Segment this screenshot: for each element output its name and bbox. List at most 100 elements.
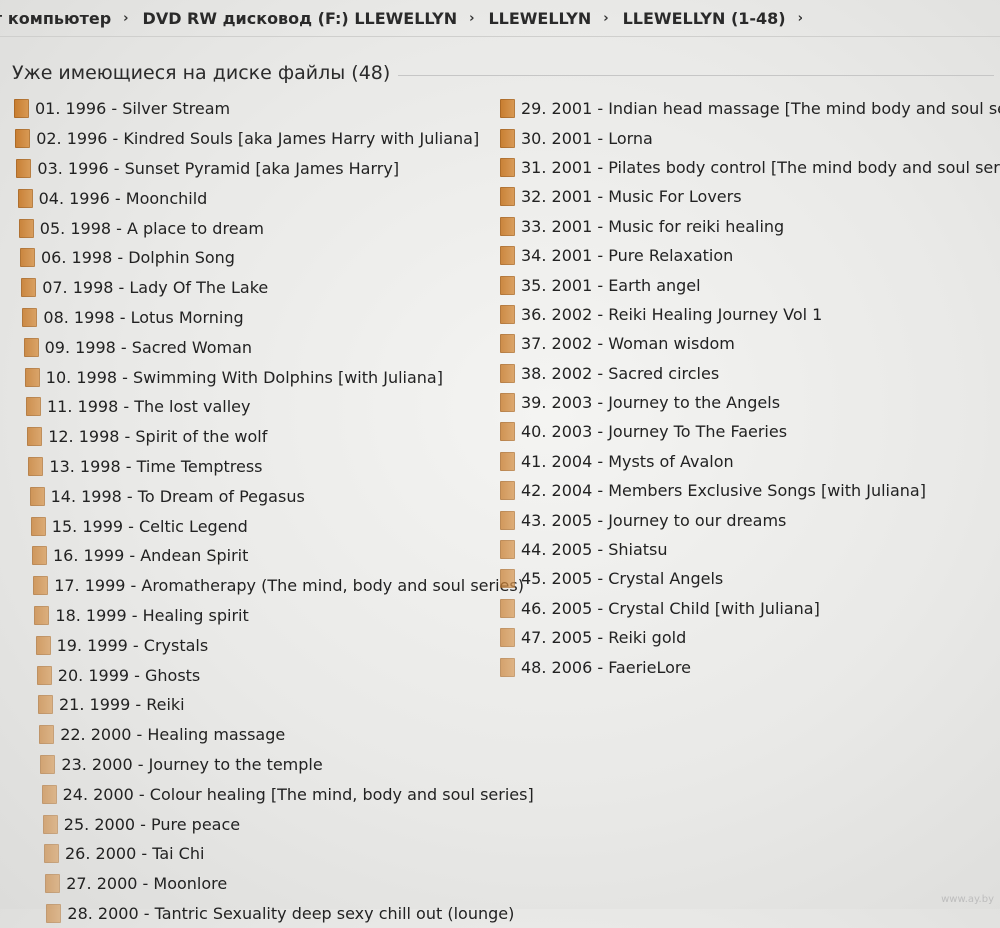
folder-item[interactable]: 29. 2001 - Indian head massage [The mind… — [500, 94, 1000, 123]
folder-name: 23. 2000 - Journey to the temple — [61, 754, 323, 774]
folder-icon — [45, 874, 61, 894]
folder-item[interactable]: 09. 1998 - Sacred Woman — [14, 332, 494, 362]
folder-icon — [30, 516, 46, 536]
chevron-right-icon[interactable]: › — [117, 11, 138, 26]
folder-item[interactable]: 39. 2003 - Journey to the Angels — [500, 388, 980, 417]
folder-item[interactable]: 34. 2001 - Pure Relaxation — [500, 241, 980, 270]
folder-item[interactable]: 20. 1999 - Ghosts — [14, 660, 494, 690]
folder-name: 48. 2006 - FaerieLore — [521, 657, 691, 677]
folder-name: 11. 1998 - The lost valley — [47, 397, 251, 417]
folder-icon — [500, 304, 515, 324]
folder-item[interactable]: 07. 1998 - Lady Of The Lake — [14, 273, 494, 303]
folder-item[interactable]: 35. 2001 - Earth angel — [500, 270, 980, 299]
chevron-right-icon[interactable]: › — [792, 11, 813, 26]
folder-icon — [32, 546, 47, 566]
folder-item[interactable]: 25. 2000 - Pure peace — [14, 809, 494, 839]
folder-item[interactable]: 08. 1998 - Lotus Morning — [14, 303, 494, 333]
folder-item[interactable]: 33. 2001 - Music for reiki healing — [500, 212, 980, 241]
breadcrumb-computer[interactable]: г компьютер — [0, 9, 117, 28]
folder-item[interactable]: 26. 2000 - Tai Chi — [14, 839, 494, 869]
folder-item[interactable]: 13. 1998 - Time Temptress — [14, 452, 494, 482]
folder-icon — [500, 510, 515, 530]
group-header[interactable]: Уже имеющиеся на диске файлы (48) — [12, 60, 994, 86]
folder-item[interactable]: 27. 2000 - Moonlore — [14, 869, 494, 899]
folder-name: 37. 2002 - Woman wisdom — [521, 334, 735, 354]
folder-icon — [44, 844, 59, 864]
folder-item[interactable]: 40. 2003 - Journey To The Faeries — [500, 417, 980, 446]
breadcrumb-llewellyn-1-48[interactable]: LLEWELLYN (1-48) — [619, 9, 792, 28]
chevron-right-icon[interactable]: › — [463, 11, 484, 26]
group-divider — [398, 74, 994, 76]
folder-item[interactable]: 05. 1998 - A place to dream — [14, 213, 494, 243]
breadcrumb: г компьютер › DVD RW дисковод (F:) LLEWE… — [0, 0, 1000, 37]
folder-icon — [24, 367, 40, 387]
file-list-right-column: 29. 2001 - Indian head massage [The mind… — [500, 94, 1000, 682]
folder-name: 39. 2003 - Journey to the Angels — [521, 393, 781, 413]
folder-icon — [500, 393, 515, 413]
folder-icon — [21, 278, 37, 298]
folder-icon — [500, 422, 515, 442]
folder-name: 13. 1998 - Time Temptress — [49, 456, 263, 476]
folder-item[interactable]: 02. 1996 - Kindred Souls [aka James Harr… — [14, 124, 494, 154]
folder-name: 22. 2000 - Healing massage — [60, 725, 286, 745]
folder-item[interactable]: 36. 2002 - Reiki Healing Journey Vol 1 — [500, 300, 980, 329]
folder-icon — [36, 665, 52, 685]
chevron-right-icon[interactable]: › — [597, 11, 618, 26]
folder-name: 08. 1998 - Lotus Morning — [43, 307, 244, 327]
folder-item[interactable]: 47. 2005 - Reiki gold — [500, 623, 980, 652]
folder-name: 14. 1998 - To Dream of Pegasus — [50, 486, 305, 506]
folder-item[interactable]: 24. 2000 - Colour healing [The mind, bod… — [14, 779, 534, 809]
watermark: www.ay.by — [941, 894, 994, 905]
folder-name: 21. 1999 - Reiki — [59, 695, 185, 715]
folder-name: 46. 2005 - Crystal Child [with Juliana] — [521, 598, 820, 618]
folder-item[interactable]: 23. 2000 - Journey to the temple — [14, 750, 494, 780]
folder-item[interactable]: 38. 2002 - Sacred circles — [500, 359, 980, 388]
breadcrumb-llewellyn[interactable]: LLEWELLYN — [484, 9, 597, 28]
folder-icon — [39, 725, 55, 745]
folder-name: 20. 1999 - Ghosts — [57, 665, 201, 685]
folder-item[interactable]: 10. 1998 - Swimming With Dolphins [with … — [14, 362, 494, 392]
folder-item[interactable]: 46. 2005 - Crystal Child [with Juliana] — [500, 594, 980, 623]
folder-item[interactable]: 21. 1999 - Reiki — [14, 690, 494, 720]
folder-item[interactable]: 41. 2004 - Mysts of Avalon — [500, 447, 980, 476]
folder-icon — [27, 427, 43, 447]
folder-name: 27. 2000 - Moonlore — [66, 874, 228, 894]
folder-item[interactable]: 30. 2001 - Lorna — [500, 123, 980, 152]
folder-item[interactable]: 11. 1998 - The lost valley — [14, 392, 494, 422]
folder-item[interactable]: 28. 2000 - Tantric Sexuality deep sexy c… — [14, 899, 514, 928]
folder-item[interactable]: 06. 1998 - Dolphin Song — [14, 243, 494, 273]
group-title: Уже имеющиеся на диске файлы (48) — [12, 62, 391, 84]
folder-item[interactable]: 14. 1998 - To Dream of Pegasus — [14, 481, 494, 511]
folder-name: 43. 2005 - Journey to our dreams — [521, 510, 787, 530]
folder-item[interactable]: 32. 2001 - Music For Lovers — [500, 182, 980, 211]
folder-name: 17. 1999 - Aromatherapy (The mind, body … — [54, 576, 524, 596]
folder-item[interactable]: 17. 1999 - Aromatherapy (The mind, body … — [14, 571, 524, 601]
folder-item[interactable]: 43. 2005 - Journey to our dreams — [500, 505, 980, 534]
folder-icon — [42, 814, 58, 834]
folder-name: 02. 1996 - Kindred Souls [aka James Harr… — [36, 129, 480, 149]
folder-name: 31. 2001 - Pilates body control [The min… — [521, 157, 1000, 177]
folder-icon — [29, 486, 45, 506]
folder-item[interactable]: 48. 2006 - FaerieLore — [500, 652, 980, 681]
folder-item[interactable]: 31. 2001 - Pilates body control [The min… — [500, 153, 1000, 182]
folder-item[interactable]: 44. 2005 - Shiatsu — [500, 535, 980, 564]
breadcrumb-dvd-drive[interactable]: DVD RW дисковод (F:) LLEWELLYN — [139, 9, 464, 28]
folder-item[interactable]: 03. 1996 - Sunset Pyramid [aka James Har… — [14, 154, 494, 184]
folder-icon — [500, 216, 515, 236]
folder-icon — [34, 605, 50, 625]
folder-item[interactable]: 04. 1996 - Moonchild — [14, 183, 494, 213]
folder-item[interactable]: 15. 1999 - Celtic Legend — [14, 511, 494, 541]
folder-item[interactable]: 18. 1999 - Healing spirit — [14, 601, 494, 631]
folder-item[interactable]: 22. 2000 - Healing massage — [14, 720, 494, 750]
folder-item[interactable]: 45. 2005 - Crystal Angels — [500, 564, 980, 593]
folder-item[interactable]: 12. 1998 - Spirit of the wolf — [14, 422, 494, 452]
folder-icon — [20, 248, 35, 268]
folder-item[interactable]: 42. 2004 - Members Exclusive Songs [with… — [500, 476, 980, 505]
folder-item[interactable]: 37. 2002 - Woman wisdom — [500, 329, 980, 358]
folder-name: 03. 1996 - Sunset Pyramid [aka James Har… — [37, 158, 400, 178]
folder-item[interactable]: 16. 1999 - Andean Spirit — [14, 541, 494, 571]
folder-name: 09. 1998 - Sacred Woman — [44, 337, 253, 357]
folder-item[interactable]: 19. 1999 - Crystals — [14, 630, 494, 660]
folder-name: 24. 2000 - Colour healing [The mind, bod… — [62, 784, 534, 804]
folder-item[interactable]: 01. 1996 - Silver Stream — [14, 94, 494, 124]
